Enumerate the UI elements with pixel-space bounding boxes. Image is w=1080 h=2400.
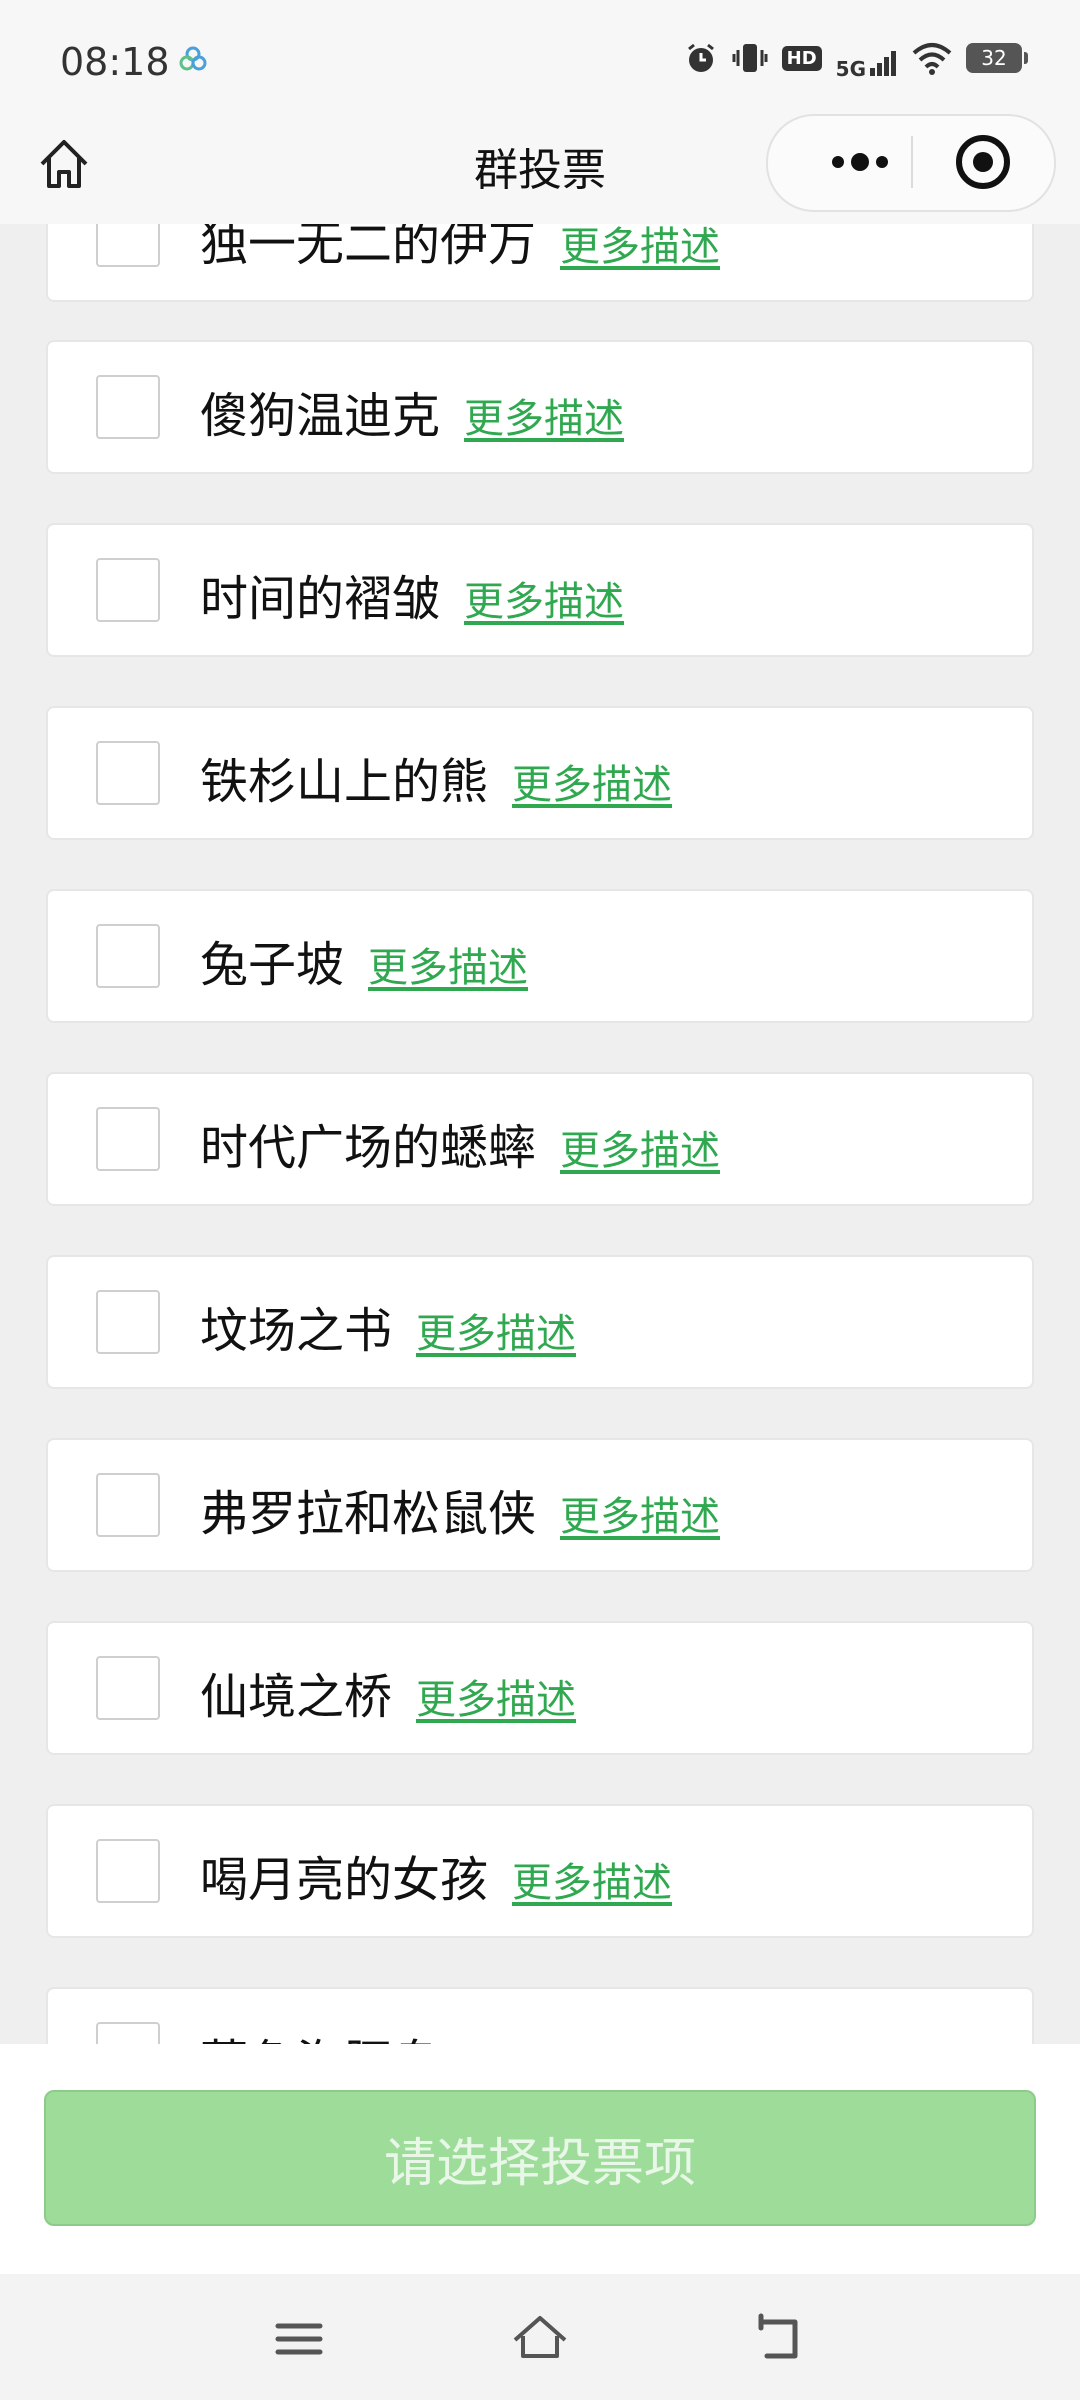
option-title: 喝月亮的女孩	[200, 1852, 489, 1908]
option-checkbox[interactable]	[96, 224, 160, 267]
system-home-icon[interactable]	[505, 2304, 575, 2374]
vote-option[interactable]: 喝月亮的女孩 更多描述	[46, 1804, 1034, 1938]
more-description-link[interactable]: 更多描述	[464, 386, 624, 444]
more-description-link[interactable]: 更多描述	[560, 1484, 720, 1542]
option-title: 独一无二的伊万	[200, 224, 537, 272]
option-checkbox[interactable]	[96, 558, 160, 622]
system-nav-bar	[0, 2274, 1080, 2400]
vote-option[interactable]: 兔子坡 更多描述	[46, 889, 1034, 1023]
option-label: 弗罗拉和松鼠侠 更多描述	[200, 1474, 720, 1544]
option-title: 弗罗拉和松鼠侠	[200, 1486, 537, 1542]
option-checkbox[interactable]	[96, 924, 160, 988]
more-description-link[interactable]: 更多描述	[416, 1301, 576, 1359]
miniprogram-capsule	[766, 114, 1056, 212]
submit-vote-button[interactable]: 请选择投票项	[44, 2090, 1036, 2226]
more-options-icon[interactable]	[808, 134, 908, 190]
more-description-link[interactable]: 更多描述	[368, 935, 528, 993]
more-description-link[interactable]: 更多描述	[464, 2033, 624, 2044]
vote-option[interactable]: 蓝色海豚岛 更多描述	[46, 1987, 1034, 2044]
vote-option[interactable]: 傻狗温迪克 更多描述	[46, 340, 1034, 474]
option-title: 仙境之桥	[200, 1669, 393, 1725]
option-label: 坟场之书 更多描述	[200, 1291, 576, 1361]
option-title: 铁杉山上的熊	[200, 754, 489, 810]
battery-indicator: 32	[966, 43, 1028, 73]
option-title: 坟场之书	[200, 1303, 393, 1359]
option-label: 时间的褶皱 更多描述	[200, 559, 624, 629]
more-description-link[interactable]: 更多描述	[560, 224, 720, 272]
option-title: 时间的褶皱	[200, 571, 441, 627]
nav-bar: 群投票	[0, 114, 1080, 224]
cellular-signal-icon: 5G	[835, 38, 898, 81]
option-label: 兔子坡 更多描述	[200, 925, 528, 995]
option-checkbox[interactable]	[96, 1290, 160, 1354]
back-icon[interactable]	[745, 2304, 815, 2374]
option-label: 独一无二的伊万 更多描述	[200, 224, 720, 274]
vote-option[interactable]: 弗罗拉和松鼠侠 更多描述	[46, 1438, 1034, 1572]
vote-option[interactable]: 坟场之书 更多描述	[46, 1255, 1034, 1389]
vote-option[interactable]: 铁杉山上的熊 更多描述	[46, 706, 1034, 840]
more-description-link[interactable]: 更多描述	[512, 752, 672, 810]
network-type-label: 5G	[835, 57, 866, 81]
option-title: 傻狗温迪克	[200, 388, 441, 444]
option-label: 时代广场的蟋蟀 更多描述	[200, 1108, 720, 1178]
option-checkbox[interactable]	[96, 1839, 160, 1903]
more-description-link[interactable]: 更多描述	[560, 1118, 720, 1176]
option-label: 铁杉山上的熊 更多描述	[200, 742, 672, 812]
wifi-icon	[912, 43, 952, 75]
capsule-divider	[911, 136, 913, 188]
option-label: 喝月亮的女孩 更多描述	[200, 1840, 672, 1910]
vote-option[interactable]: 时间的褶皱 更多描述	[46, 523, 1034, 657]
status-icons: HD 5G 32	[684, 38, 1028, 81]
vote-option[interactable]: 仙境之桥 更多描述	[46, 1621, 1034, 1755]
option-checkbox[interactable]	[96, 741, 160, 805]
more-description-link[interactable]: 更多描述	[416, 1667, 576, 1725]
option-label: 傻狗温迪克 更多描述	[200, 376, 624, 446]
option-title: 兔子坡	[200, 937, 345, 993]
option-title: 时代广场的蟋蟀	[200, 1120, 537, 1176]
vote-option[interactable]: 独一无二的伊万 更多描述	[46, 224, 1034, 302]
submit-area: 请选择投票项	[0, 2044, 1080, 2274]
vote-option-list: 独一无二的伊万 更多描述 傻狗温迪克 更多描述 时间的褶皱 更多描述 铁杉山上的熊 更多…	[0, 224, 1080, 2044]
battery-level: 32	[981, 46, 1007, 70]
option-checkbox[interactable]	[96, 1473, 160, 1537]
app-notification-icon	[179, 46, 207, 71]
option-checkbox[interactable]	[96, 375, 160, 439]
option-title: 蓝色海豚岛	[200, 2023, 440, 2044]
menu-icon[interactable]	[264, 2304, 334, 2374]
option-checkbox[interactable]	[96, 1107, 160, 1171]
option-checkbox[interactable]	[96, 2022, 160, 2044]
alarm-icon	[687, 43, 714, 72]
option-label: 仙境之桥 更多描述	[200, 1657, 576, 1727]
signal-bars-icon	[870, 51, 896, 76]
option-checkbox[interactable]	[96, 1656, 160, 1720]
option-label: 蓝色海豚岛 更多描述	[200, 2023, 624, 2044]
more-description-link[interactable]: 更多描述	[512, 1850, 672, 1908]
more-description-link[interactable]: 更多描述	[464, 569, 624, 627]
close-miniprogram-icon[interactable]	[928, 130, 1038, 194]
vote-option[interactable]: 时代广场的蟋蟀 更多描述	[46, 1072, 1034, 1206]
status-bar: 08:18 HD 5G 32	[0, 0, 1080, 124]
vibrate-icon	[732, 44, 768, 72]
status-time: 08:18	[60, 40, 170, 84]
hd-badge: HD	[781, 45, 822, 71]
